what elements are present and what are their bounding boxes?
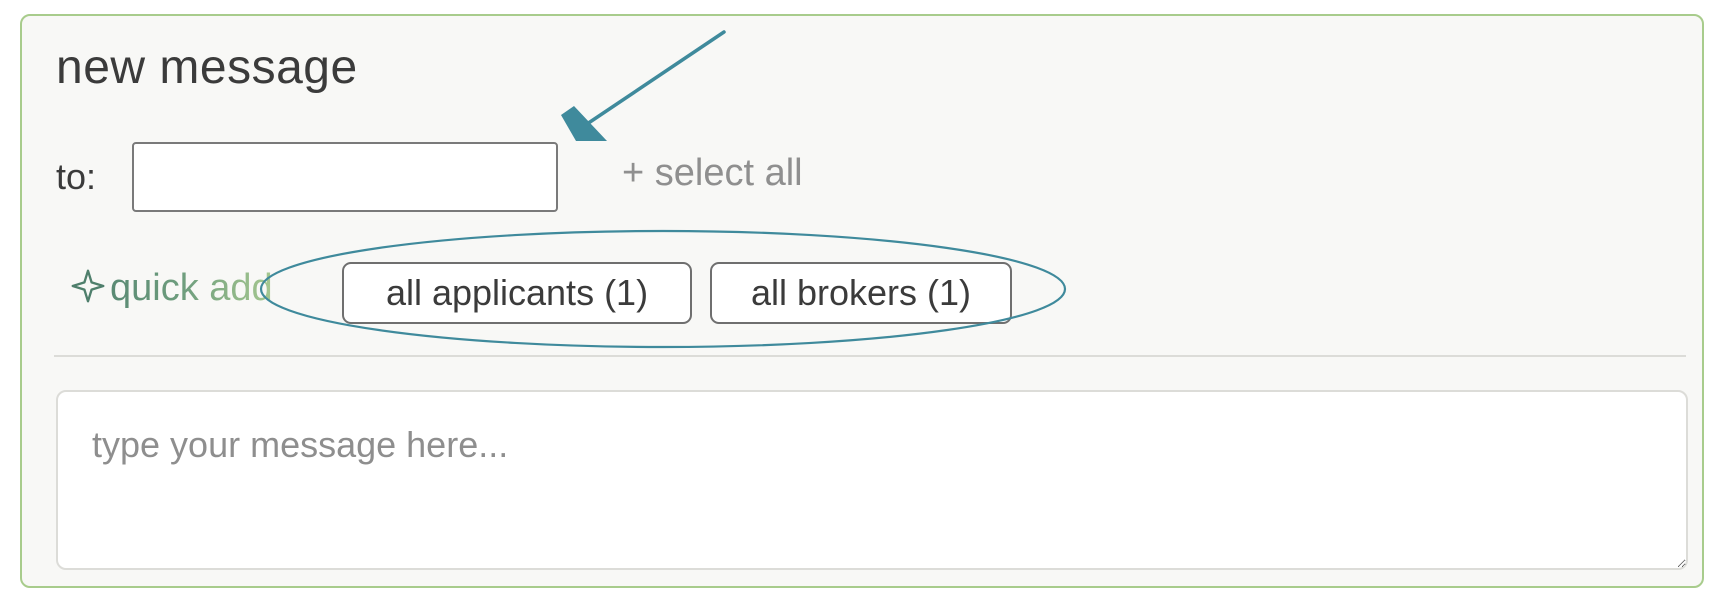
- to-input[interactable]: [132, 142, 558, 212]
- divider: [54, 355, 1686, 357]
- quick-add-text: quick add: [110, 267, 273, 309]
- sparkle-icon: [71, 269, 105, 303]
- quick-add-label: quick add: [70, 268, 273, 307]
- chip-all-applicants[interactable]: all applicants (1): [342, 262, 692, 324]
- page-title: new message: [56, 41, 358, 94]
- select-all-link[interactable]: + select all: [622, 154, 803, 192]
- new-message-panel: new message to: + select all quick add a…: [20, 14, 1704, 588]
- chip-all-brokers[interactable]: all brokers (1): [710, 262, 1012, 324]
- to-label: to:: [56, 156, 97, 197]
- message-textarea[interactable]: [56, 390, 1688, 570]
